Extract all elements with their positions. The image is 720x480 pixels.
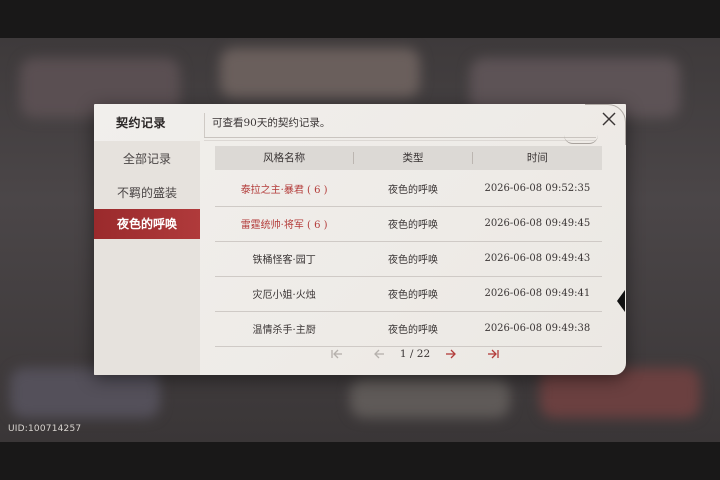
type-cell: 夜色的呼唤 bbox=[387, 185, 438, 196]
uid-label: UID:100714257 bbox=[8, 424, 82, 434]
close-button[interactable] bbox=[598, 108, 620, 130]
nav-item-label: 不羁的盛装 bbox=[116, 186, 177, 200]
column-header-time: 时间 bbox=[526, 152, 548, 164]
table-row: 泰拉之主·暴君 ( 6 ) 夜色的呼唤 2026-06-08 09:52:35 bbox=[215, 171, 602, 207]
table-row: 灾厄小姐·火烛 夜色的呼唤 2026-06-08 09:49:41 bbox=[215, 276, 602, 312]
style-name-cell: 雷霆统帅·将军 ( 6 ) bbox=[240, 220, 328, 231]
style-name-cell: 灾厄小姐·火烛 bbox=[252, 290, 316, 301]
nav-item-all-records[interactable]: 全部记录 bbox=[94, 144, 200, 174]
time-cell: 2026-06-08 09:49:41 bbox=[484, 288, 591, 299]
top-letterbox bbox=[0, 0, 720, 38]
bottom-letterbox bbox=[0, 442, 720, 480]
nav-item-call-of-night[interactable]: 夜色的呼唤 bbox=[94, 209, 200, 239]
column-header-type: 类型 bbox=[402, 152, 424, 164]
record-category-nav: 全部记录 不羁的盛装 夜色的呼唤 bbox=[94, 141, 200, 375]
header-rule-secondary bbox=[204, 140, 596, 141]
dialog-subtitle: 可查看90天的契约记录。 bbox=[212, 117, 331, 129]
header-divider bbox=[204, 113, 205, 137]
table-row: 雷霆统帅·将军 ( 6 ) 夜色的呼唤 2026-06-08 09:49:45 bbox=[215, 206, 602, 242]
type-cell: 夜色的呼唤 bbox=[387, 220, 438, 231]
nav-item-unruly-attire[interactable]: 不羁的盛装 bbox=[94, 178, 200, 208]
nav-item-label: 夜色的呼唤 bbox=[116, 217, 177, 231]
previous-page-button[interactable] bbox=[368, 346, 390, 362]
style-name-cell: 泰拉之主·暴君 ( 6 ) bbox=[240, 185, 328, 196]
dialog-title: 契约记录 bbox=[116, 116, 167, 130]
table-row: 铁桶怪客·园丁 夜色的呼唤 2026-06-08 09:49:43 bbox=[215, 241, 602, 277]
previous-page-icon bbox=[374, 349, 384, 359]
first-page-button[interactable] bbox=[326, 346, 348, 362]
first-page-icon bbox=[331, 349, 342, 359]
type-cell: 夜色的呼唤 bbox=[387, 290, 438, 301]
page-indicator: 1 / 22 bbox=[390, 348, 440, 360]
pagination: 1 / 22 bbox=[326, 346, 504, 362]
next-page-button[interactable] bbox=[440, 346, 462, 362]
header-rule bbox=[204, 137, 596, 138]
type-cell: 夜色的呼唤 bbox=[387, 255, 438, 266]
nav-item-label: 全部记录 bbox=[122, 152, 171, 166]
table-row: 温情杀手·主厨 夜色的呼唤 2026-06-08 09:49:38 bbox=[215, 311, 602, 347]
time-cell: 2026-06-08 09:49:45 bbox=[484, 218, 591, 229]
type-cell: 夜色的呼唤 bbox=[387, 325, 438, 336]
header-swirl-ornament bbox=[564, 135, 598, 144]
next-page-icon bbox=[446, 349, 456, 359]
table-header: 风格名称 类型 时间 bbox=[215, 146, 602, 170]
last-page-button[interactable] bbox=[482, 346, 504, 362]
time-cell: 2026-06-08 09:49:43 bbox=[484, 253, 591, 264]
current-page: 1 bbox=[399, 348, 407, 360]
page-separator: / bbox=[409, 348, 414, 360]
last-page-icon bbox=[488, 349, 499, 359]
style-name-cell: 温情杀手·主厨 bbox=[252, 325, 316, 336]
close-icon bbox=[602, 112, 616, 126]
contract-record-dialog: 契约记录 可查看90天的契约记录。 全部记录 不羁的盛装 夜色的呼唤 风格名称 … bbox=[94, 104, 626, 375]
time-cell: 2026-06-08 09:52:35 bbox=[484, 183, 591, 194]
style-name-cell: 铁桶怪客·园丁 bbox=[252, 255, 316, 266]
total-pages: 22 bbox=[416, 348, 431, 360]
time-cell: 2026-06-08 09:49:38 bbox=[484, 323, 591, 334]
column-header-style-name: 风格名称 bbox=[263, 152, 306, 164]
